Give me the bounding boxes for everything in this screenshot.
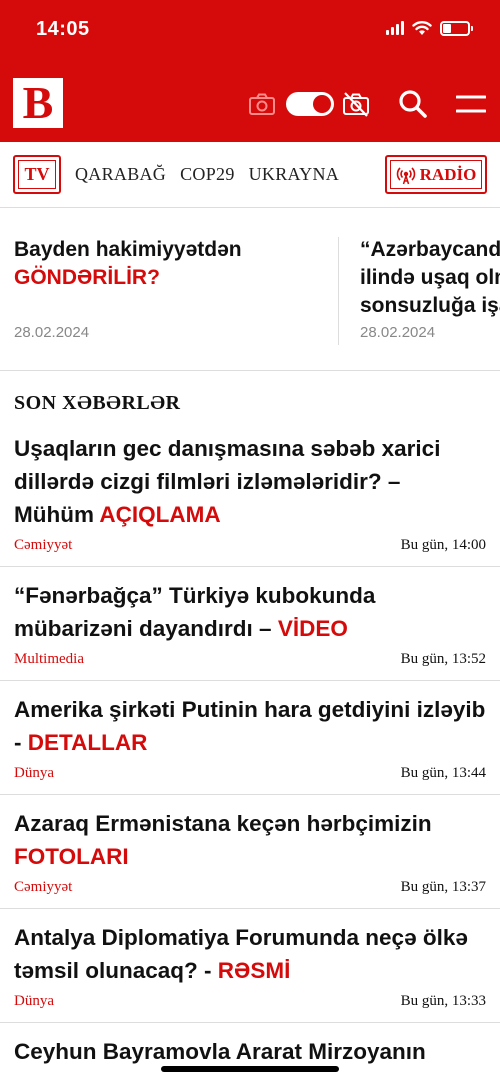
menu-icon[interactable] (456, 94, 486, 114)
news-meta: Cəmiyyət Bu gün, 14:00 (14, 537, 486, 566)
news-category[interactable]: Cəmiyyət (14, 879, 72, 896)
toggle-knob (313, 95, 331, 113)
news-title-text: Ceyhun Bayramovla Ararat Mirzoyanın (14, 1039, 426, 1064)
featured-title-line: ilində uşaq olm (360, 266, 500, 289)
news-title-text: Azaraq Ermənistana keçən hərbçimizin (14, 811, 432, 836)
featured-carousel[interactable]: Bayden hakimiyyətdən GÖNDƏRİLİR? 28.02.2… (0, 209, 500, 371)
featured-card[interactable]: “Azərbaycanda ilində uşaq olm sonsuzluğa… (360, 209, 500, 370)
nav-link-cop29[interactable]: COP29 (180, 164, 235, 185)
status-icons (386, 20, 473, 36)
news-item[interactable]: Amerika şirkəti Putinin hara getdiyini i… (0, 681, 500, 795)
news-title-accent: AÇIQLAMA (99, 502, 221, 527)
featured-divider (338, 237, 339, 345)
news-title-accent: VİDEO (277, 616, 348, 641)
news-meta: Cəmiyyət Bu gün, 13:37 (14, 879, 486, 908)
header-toolbar (248, 86, 486, 122)
wifi-icon (412, 21, 432, 35)
news-item[interactable]: Uşaqların gec danışmasına səbəb xarici d… (0, 420, 500, 567)
news-category[interactable]: Dünya (14, 765, 54, 782)
news-time: Bu gün, 13:37 (400, 879, 486, 895)
news-item[interactable]: “Fənərbağça” Türkiyə kubokunda mübarizən… (0, 567, 500, 681)
news-title-accent: RƏSMİ (217, 958, 291, 983)
radio-button-inner: RADİO (390, 160, 482, 189)
featured-title-line: “Azərbaycanda (360, 238, 500, 261)
news-title: Ceyhun Bayramovla Ararat Mirzoyanın (14, 1035, 486, 1068)
category-nav: TV QARABAĞ COP29 UKRAYNA RADİO (0, 142, 500, 208)
news-title: Uşaqların gec danışmasına səbəb xarici d… (14, 432, 486, 531)
news-list: Uşaqların gec danışmasına səbəb xarici d… (0, 420, 500, 1068)
app-header: 14:05 B (0, 0, 500, 142)
news-item[interactable]: Azaraq Ermənistana keçən hərbçimizin FOT… (0, 795, 500, 909)
tv-label: TV (18, 160, 56, 189)
featured-title-line: sonsuzluğa işa (360, 294, 500, 317)
tv-button[interactable]: TV (13, 155, 61, 194)
featured-title: “Azərbaycanda ilində uşaq olm sonsuzluğa… (360, 236, 500, 320)
news-time: Bu gün, 13:52 (400, 651, 486, 667)
status-time: 14:05 (36, 18, 90, 40)
cellular-signal-icon (386, 21, 404, 35)
news-title-text: Uşaqların gec danışmasına səbəb xarici d… (14, 436, 441, 527)
featured-title: Bayden hakimiyyətdən GÖNDƏRİLİR? (14, 236, 242, 292)
news-title: Antalya Diplomatiya Forumunda neçə ölkə … (14, 921, 486, 987)
news-category[interactable]: Cəmiyyət (14, 537, 72, 554)
news-meta: Multimedia Bu gün, 13:52 (14, 651, 486, 680)
logo-letter: B (22, 77, 54, 128)
news-title: Azaraq Ermənistana keçən hərbçimizin FOT… (14, 807, 486, 873)
news-title: “Fənərbağça” Türkiyə kubokunda mübarizən… (14, 579, 486, 645)
radio-broadcast-icon (396, 166, 415, 184)
radio-label: RADİO (419, 164, 477, 184)
featured-title-accent: GÖNDƏRİLİR? (14, 266, 160, 289)
news-meta: Dünya Bu gün, 13:44 (14, 765, 486, 794)
featured-title-line: Bayden hakimiyyətdən (14, 238, 242, 261)
nav-link-qarabag[interactable]: QARABAĞ (75, 164, 166, 185)
news-meta: Dünya Bu gün, 13:33 (14, 993, 486, 1022)
news-item[interactable]: Antalya Diplomatiya Forumunda neçə ölkə … (0, 909, 500, 1023)
site-logo[interactable]: B (13, 78, 63, 128)
news-item[interactable]: Ceyhun Bayramovla Ararat Mirzoyanın (0, 1023, 500, 1068)
news-category[interactable]: Multimedia (14, 651, 84, 668)
nav-link-ukrayna[interactable]: UKRAYNA (249, 164, 339, 185)
news-title-accent: DETALLAR (27, 730, 148, 755)
news-category[interactable]: Dünya (14, 993, 54, 1010)
battery-icon (440, 20, 473, 36)
radio-button[interactable]: RADİO (385, 155, 487, 194)
news-title-accent: FOTOLARI (14, 844, 129, 869)
featured-date: 28.02.2024 (360, 324, 436, 341)
section-title: SON XƏBƏRLƏR (14, 392, 181, 414)
home-indicator[interactable] (161, 1066, 339, 1072)
camera-icon[interactable] (248, 92, 276, 116)
news-time: Bu gün, 13:33 (400, 993, 486, 1009)
news-time: Bu gün, 14:00 (400, 537, 486, 553)
featured-date: 28.02.2024 (14, 324, 90, 341)
search-icon[interactable] (398, 89, 428, 119)
nav-links: QARABAĞ COP29 UKRAYNA (75, 164, 339, 185)
news-title: Amerika şirkəti Putinin hara getdiyini i… (14, 693, 486, 759)
featured-card[interactable]: Bayden hakimiyyətdən GÖNDƏRİLİR? 28.02.2… (14, 209, 344, 370)
theme-toggle[interactable] (286, 92, 334, 116)
camera-off-icon[interactable] (342, 91, 370, 117)
news-time: Bu gün, 13:44 (400, 765, 486, 781)
